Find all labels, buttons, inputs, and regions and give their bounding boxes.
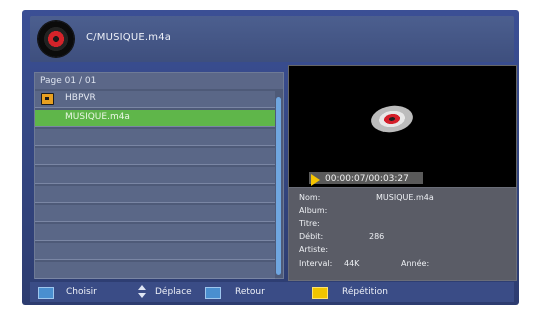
file-info-panel: Nom: MUSIQUE.m4a Album: Titre: Débit: 28… — [288, 187, 517, 281]
list-item-empty — [35, 186, 275, 203]
page-indicator: Page 01 / 01 — [35, 73, 283, 89]
file-list-panel: Page 01 / 01 HBPVR MUSIQUE.m4a — [34, 72, 284, 279]
playback-time: 00:00:07/00:03:27 — [325, 174, 409, 184]
footer-choisir: Choisir — [66, 287, 97, 297]
info-nom-label: Nom: — [299, 193, 321, 202]
list-item-folder[interactable]: HBPVR — [35, 91, 275, 108]
file-path-title: C/MUSIQUE.m4a — [86, 32, 172, 43]
ok-key-icon — [38, 287, 54, 299]
info-debit-value: 286 — [369, 232, 385, 241]
file-list: HBPVR MUSIQUE.m4a — [35, 91, 275, 281]
list-scrollbar[interactable] — [276, 97, 281, 275]
header-bar: C/MUSIQUE.m4a — [30, 16, 514, 62]
info-interval-label: Interval: — [299, 259, 333, 268]
info-album-label: Album: — [299, 206, 328, 215]
list-item-empty — [35, 129, 275, 146]
info-annee-label: Année: — [401, 259, 430, 268]
footer-retour: Retour — [235, 287, 265, 297]
yellow-key-icon — [312, 287, 328, 299]
list-item-selected-file[interactable]: MUSIQUE.m4a — [35, 110, 275, 127]
scroll-thumb[interactable] — [276, 97, 281, 275]
list-item-empty — [35, 205, 275, 222]
list-item-empty — [35, 148, 275, 165]
up-down-arrows-icon — [136, 285, 148, 299]
info-artiste-label: Artiste: — [299, 245, 329, 254]
info-interval-value: 44K — [344, 259, 360, 268]
info-nom-value: MUSIQUE.m4a — [376, 193, 434, 202]
play-icon — [311, 174, 320, 186]
info-debit-label: Débit: — [299, 232, 324, 241]
media-player-screen: C/MUSIQUE.m4a Page 01 / 01 HBPVR MUSIQUE… — [22, 10, 519, 305]
list-item-label: HBPVR — [65, 93, 96, 103]
footer-deplace: Déplace — [155, 287, 192, 297]
folder-icon — [41, 93, 54, 105]
footer-repetition: Répétition — [342, 287, 388, 297]
cd-icon — [369, 103, 415, 135]
menu-key-icon — [205, 287, 221, 299]
list-item-empty — [35, 167, 275, 184]
music-disc-icon — [38, 21, 74, 57]
info-titre-label: Titre: — [299, 219, 320, 228]
list-item-empty — [35, 262, 275, 279]
list-item-empty — [35, 243, 275, 260]
preview-window: 00:00:07/00:03:27 — [288, 65, 517, 188]
footer-help-bar: Choisir Déplace Retour Répétition — [30, 282, 514, 302]
list-item-empty — [35, 224, 275, 241]
page-label: Page 01 / 01 — [40, 76, 97, 86]
list-item-label: MUSIQUE.m4a — [65, 112, 130, 122]
